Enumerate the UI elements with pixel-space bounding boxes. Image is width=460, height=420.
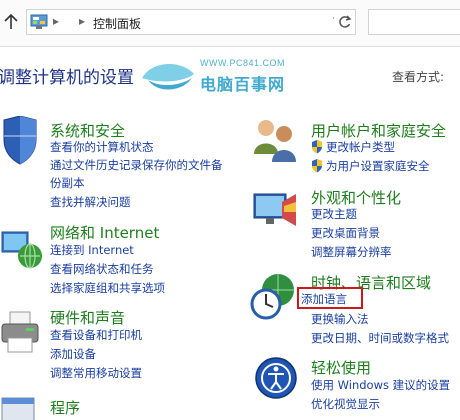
up-button[interactable] [0, 11, 22, 33]
link-homegroup-sharing[interactable]: 选择家庭组和共享选项 [50, 279, 165, 297]
ease-of-access-icon[interactable] [254, 356, 298, 400]
link-change-input-method[interactable]: 更换输入法 [311, 310, 369, 328]
address-bar: ▸ ▸ 控制面板 ▾ [0, 0, 460, 47]
link-add-device[interactable]: 添加设备 [50, 345, 96, 363]
refresh-button[interactable] [334, 9, 356, 35]
clock-globe-icon[interactable] [250, 272, 298, 322]
link-connect-internet[interactable]: 连接到 Internet [50, 241, 134, 259]
printer-icon[interactable] [0, 310, 44, 356]
highlight-annotation [297, 287, 363, 309]
mouse-logo-icon [142, 63, 194, 90]
user-accounts-icon[interactable] [252, 118, 298, 166]
watermark-name: 电脑百事网 [200, 75, 286, 94]
link-desktop-background[interactable]: 更改桌面背景 [311, 224, 380, 242]
link-screen-resolution[interactable]: 调整屏幕分辨率 [311, 243, 392, 261]
category-hardware-sound[interactable]: 硬件和声音 [50, 307, 125, 328]
control-panel-icon [30, 14, 48, 33]
network-globe-icon[interactable] [0, 226, 44, 270]
programs-icon[interactable] [0, 394, 40, 420]
breadcrumb-separator: ▸ [53, 14, 60, 28]
search-input[interactable] [368, 9, 460, 35]
link-file-history-backup[interactable]: 通过文件历史记录保存你的文件备 [50, 156, 223, 174]
uac-shield-icon [312, 159, 322, 173]
up-arrow-icon [4, 13, 18, 29]
view-by-label: 查看方式: [392, 70, 445, 84]
link-windows-recommended[interactable]: 使用 Windows 建议的设置 [311, 376, 450, 394]
category-programs[interactable]: 程序 [50, 397, 80, 418]
watermark-logo: WWW.PC841.COM 电脑百事网 [138, 56, 308, 96]
link-troubleshoot[interactable]: 查找并解决问题 [50, 193, 131, 211]
link-view-computer-status[interactable]: 查看你的计算机状态 [50, 138, 154, 156]
breadcrumb-separator: ▸ [79, 14, 86, 28]
link-change-theme[interactable]: 更改主题 [311, 205, 357, 223]
link-file-history-backup-cont[interactable]: 份副本 [50, 174, 85, 192]
link-change-account-type[interactable]: 更改帐户类型 [326, 138, 395, 156]
link-mobility-settings[interactable]: 调整常用移动设置 [50, 364, 142, 382]
link-devices-printers[interactable]: 查看设备和打印机 [50, 326, 142, 344]
address-field[interactable]: ▸ ▸ 控制面板 ▾ [26, 9, 356, 35]
link-family-safety[interactable]: 为用户设置家庭安全 [326, 157, 430, 175]
uac-shield-icon [312, 140, 322, 154]
category-ease-of-access[interactable]: 轻松使用 [311, 357, 371, 378]
category-network-internet[interactable]: 网络和 Internet [50, 222, 159, 243]
refresh-icon [339, 15, 352, 28]
page-title: 调整计算机的设置 [0, 68, 134, 88]
security-shield-icon[interactable] [0, 116, 40, 166]
appearance-icon[interactable] [252, 188, 298, 232]
watermark-url: WWW.PC841.COM [200, 58, 286, 68]
link-optimize-visual[interactable]: 优化视觉显示 [311, 395, 380, 413]
link-date-time-format[interactable]: 更改日期、时间或数字格式 [311, 329, 449, 347]
breadcrumb-control-panel[interactable]: 控制面板 [93, 15, 141, 32]
link-network-status[interactable]: 查看网络状态和任务 [50, 260, 154, 278]
